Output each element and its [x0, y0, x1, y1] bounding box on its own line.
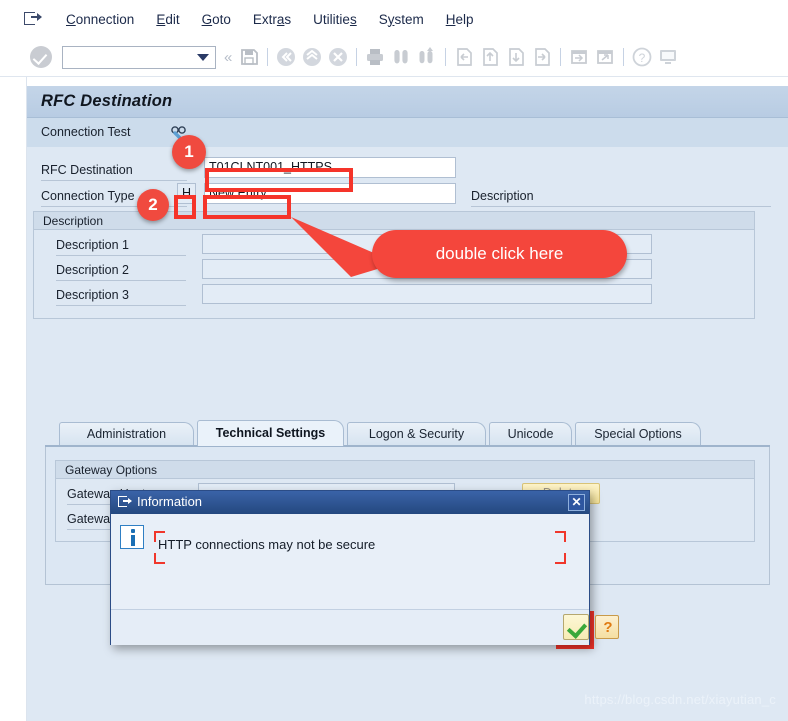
description-3-input[interactable] — [202, 284, 652, 304]
corner-marker — [555, 531, 566, 542]
highlight-connection-type — [174, 195, 196, 219]
menu-item-goto[interactable]: Goto — [191, 10, 242, 29]
label-underline — [56, 280, 186, 281]
description-2-label: Description 2 — [56, 263, 129, 277]
save-icon[interactable] — [238, 46, 260, 68]
find-next-icon[interactable] — [416, 46, 438, 68]
toolbar-separator — [356, 48, 358, 66]
exit-session-icon[interactable] — [24, 11, 42, 27]
exit-up-icon[interactable] — [301, 46, 323, 68]
menu-item-edit[interactable]: Edit — [145, 10, 190, 29]
tab-logon-security[interactable]: Logon & Security — [347, 422, 486, 446]
callout-double-click-here: double click here — [372, 230, 627, 278]
corner-marker — [154, 553, 165, 564]
label-underline — [56, 305, 186, 306]
svg-text:?: ? — [639, 51, 646, 65]
label-underline — [471, 206, 771, 207]
left-gutter — [0, 77, 27, 721]
description-3-label: Description 3 — [56, 288, 129, 302]
menu-bar: Connection Edit Goto Extras Utilities Sy… — [0, 0, 788, 38]
customize-local-layout-icon[interactable] — [657, 46, 679, 68]
highlight-rfc-destination — [205, 168, 353, 192]
next-page-icon[interactable] — [505, 46, 527, 68]
rfc-destination-label: RFC Destination — [41, 163, 133, 177]
last-page-icon[interactable] — [531, 46, 553, 68]
new-window-icon[interactable] — [568, 46, 590, 68]
corner-marker — [555, 553, 566, 564]
enter-check-icon[interactable] — [30, 46, 52, 68]
command-field[interactable] — [62, 45, 216, 69]
menu-item-system[interactable]: System — [368, 10, 435, 29]
help-icon[interactable]: ? — [631, 46, 653, 68]
dialog-window-icon — [118, 496, 132, 508]
tab-technical-settings[interactable]: Technical Settings — [197, 420, 344, 446]
cancel-icon[interactable] — [327, 46, 349, 68]
connection-type-label: Connection Type — [41, 189, 135, 203]
tab-unicode[interactable]: Unicode — [489, 422, 572, 446]
dialog-help-button[interactable]: ? — [595, 615, 619, 639]
previous-page-icon[interactable] — [479, 46, 501, 68]
back-icon[interactable] — [275, 46, 297, 68]
tab-administration[interactable]: Administration — [59, 422, 194, 446]
dialog-message: HTTP connections may not be secure — [158, 537, 376, 552]
find-icon[interactable] — [390, 46, 412, 68]
orange-question-icon: ? — [603, 619, 613, 636]
connection-test-label: Connection Test — [41, 125, 131, 139]
annotation-badge-1: 1 — [172, 135, 206, 169]
highlight-new-entry — [203, 195, 291, 219]
description-1-label: Description 1 — [56, 238, 129, 252]
chevron-down-icon[interactable] — [197, 53, 209, 61]
callout-text: double click here — [435, 244, 564, 263]
toolbar-separator — [445, 48, 447, 66]
dialog-title: Information — [137, 494, 203, 509]
label-underline — [56, 255, 186, 256]
confirm-button[interactable] — [563, 614, 589, 640]
green-check-icon — [566, 618, 588, 639]
dialog-footer: ? — [111, 609, 619, 645]
close-icon[interactable]: ✕ — [568, 494, 585, 511]
toolbar-separator — [560, 48, 562, 66]
toolbar-separator — [623, 48, 625, 66]
menu-item-help[interactable]: Help — [435, 10, 485, 29]
annotation-badge-2: 2 — [137, 189, 169, 221]
label-underline — [41, 180, 187, 181]
create-session-icon[interactable] — [594, 46, 616, 68]
watermark-text: https://blog.csdn.net/xiayutian_c — [584, 692, 776, 707]
screen-title-bar: RFC Destination — [27, 86, 788, 118]
connection-test-row: Connection Test — [27, 118, 788, 148]
gateway-options-title: Gateway Options — [56, 461, 754, 479]
menu-item-connection[interactable]: Connection — [55, 10, 145, 29]
tab-special-options[interactable]: Special Options — [575, 422, 701, 446]
print-icon[interactable] — [364, 46, 386, 68]
dialog-body: HTTP connections may not be secure — [111, 514, 589, 621]
toolbar-separator — [267, 48, 269, 66]
page-title: RFC Destination — [41, 92, 173, 110]
dialog-title-bar: Information ✕ — [111, 491, 589, 514]
menu-item-utilities[interactable]: Utilities — [302, 10, 368, 29]
first-page-icon[interactable] — [453, 46, 475, 68]
tab-strip: Administration Technical Settings Logon … — [45, 420, 770, 446]
double-chevron-left-icon[interactable]: « — [224, 49, 232, 66]
information-dialog: Information ✕ HTTP connections may not b… — [110, 490, 619, 645]
info-icon — [120, 525, 144, 549]
description-side-label: Description — [471, 189, 534, 203]
menu-item-extras[interactable]: Extras — [242, 10, 302, 29]
toolbar: « ? — [0, 38, 788, 77]
